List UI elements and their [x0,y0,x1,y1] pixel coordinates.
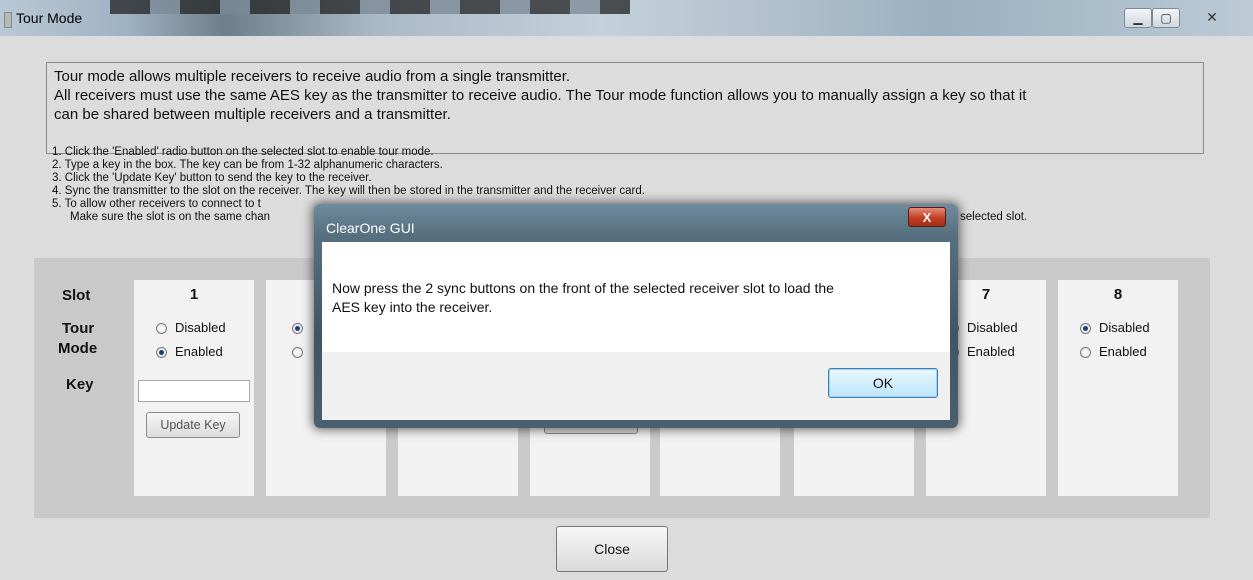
tour-label: Tour [62,320,95,337]
minimize-button[interactable]: ▁ [1124,8,1152,28]
dialog-message-line: AES key into the receiver. [332,299,493,315]
dialog-body: Now press the 2 sync buttons on the fron… [322,242,950,420]
radio-selected-icon [1080,323,1091,334]
message-dialog: ClearOne GUI X Now press the 2 sync butt… [314,204,958,428]
dialog-message-area: Now press the 2 sync buttons on the fron… [322,242,950,352]
slot-number: 8 [1113,286,1123,303]
slot-1-update-key-button[interactable]: Update Key [146,412,240,438]
info-box: Tour mode allows multiple receivers to r… [46,62,1204,154]
slot-row-label: Slot [62,287,91,304]
radio-label: Enabled [175,344,223,359]
radio-label: Disabled [967,320,1018,335]
app-icon [4,12,12,28]
step-3: 3. Click the 'Update Key' button to send… [52,172,372,184]
slot-8: 8 Disabled Enabled [1058,280,1178,496]
dialog-close-button[interactable]: X [908,207,946,227]
radio-selected-icon [292,323,303,334]
title-bar: Tour Mode ▁ ▢ ✕ [0,0,1253,36]
slot-1-enabled-radio[interactable]: Enabled [156,344,223,359]
step-4: 4. Sync the transmitter to the slot on t… [52,185,645,197]
slot-7-enabled-radio[interactable]: Enabled [948,344,1015,359]
info-line: All receivers must use the same AES key … [54,87,1027,104]
info-line: Tour mode allows multiple receivers to r… [54,68,571,85]
radio-label: Disabled [175,320,226,335]
slot-2-disabled-radio[interactable] [292,320,311,335]
slot-8-disabled-radio[interactable]: Disabled [1080,320,1150,335]
slot-2-enabled-radio[interactable] [292,344,311,359]
radio-icon [292,347,303,358]
titlebar-background-strip [110,0,630,14]
step-1: 1. Click the 'Enabled' radio button on t… [52,146,434,158]
key-label: Key [66,376,94,393]
mode-label: Mode [58,340,98,357]
slot-number: 1 [189,286,199,303]
dialog-message-line: Now press the 2 sync buttons on the fron… [332,280,834,296]
radio-label: Disabled [1099,320,1150,335]
radio-selected-icon [156,347,167,358]
radio-label: Enabled [1099,344,1147,359]
step-5-tail: selected slot. [960,211,1028,223]
slot-7-disabled-radio[interactable]: Disabled [948,320,1018,335]
radio-icon [1080,347,1091,358]
step-2: 2. Type a key in the box. The key can be… [52,159,443,171]
dialog-title: ClearOne GUI [326,220,415,236]
slot-1: 1 Disabled Enabled Update Key [134,280,254,496]
window-close-button[interactable]: ✕ [1190,9,1234,27]
window-title: Tour Mode [16,10,83,26]
info-line: can be shared between multiple receivers… [54,106,451,123]
slot-1-disabled-radio[interactable]: Disabled [156,320,226,335]
slot-8-enabled-radio[interactable]: Enabled [1080,344,1147,359]
ok-button[interactable]: OK [828,368,938,398]
radio-icon [156,323,167,334]
maximize-button[interactable]: ▢ [1152,8,1180,28]
close-button[interactable]: Close [556,526,668,572]
slot-1-key-input[interactable] [138,380,250,402]
radio-label: Enabled [967,344,1015,359]
